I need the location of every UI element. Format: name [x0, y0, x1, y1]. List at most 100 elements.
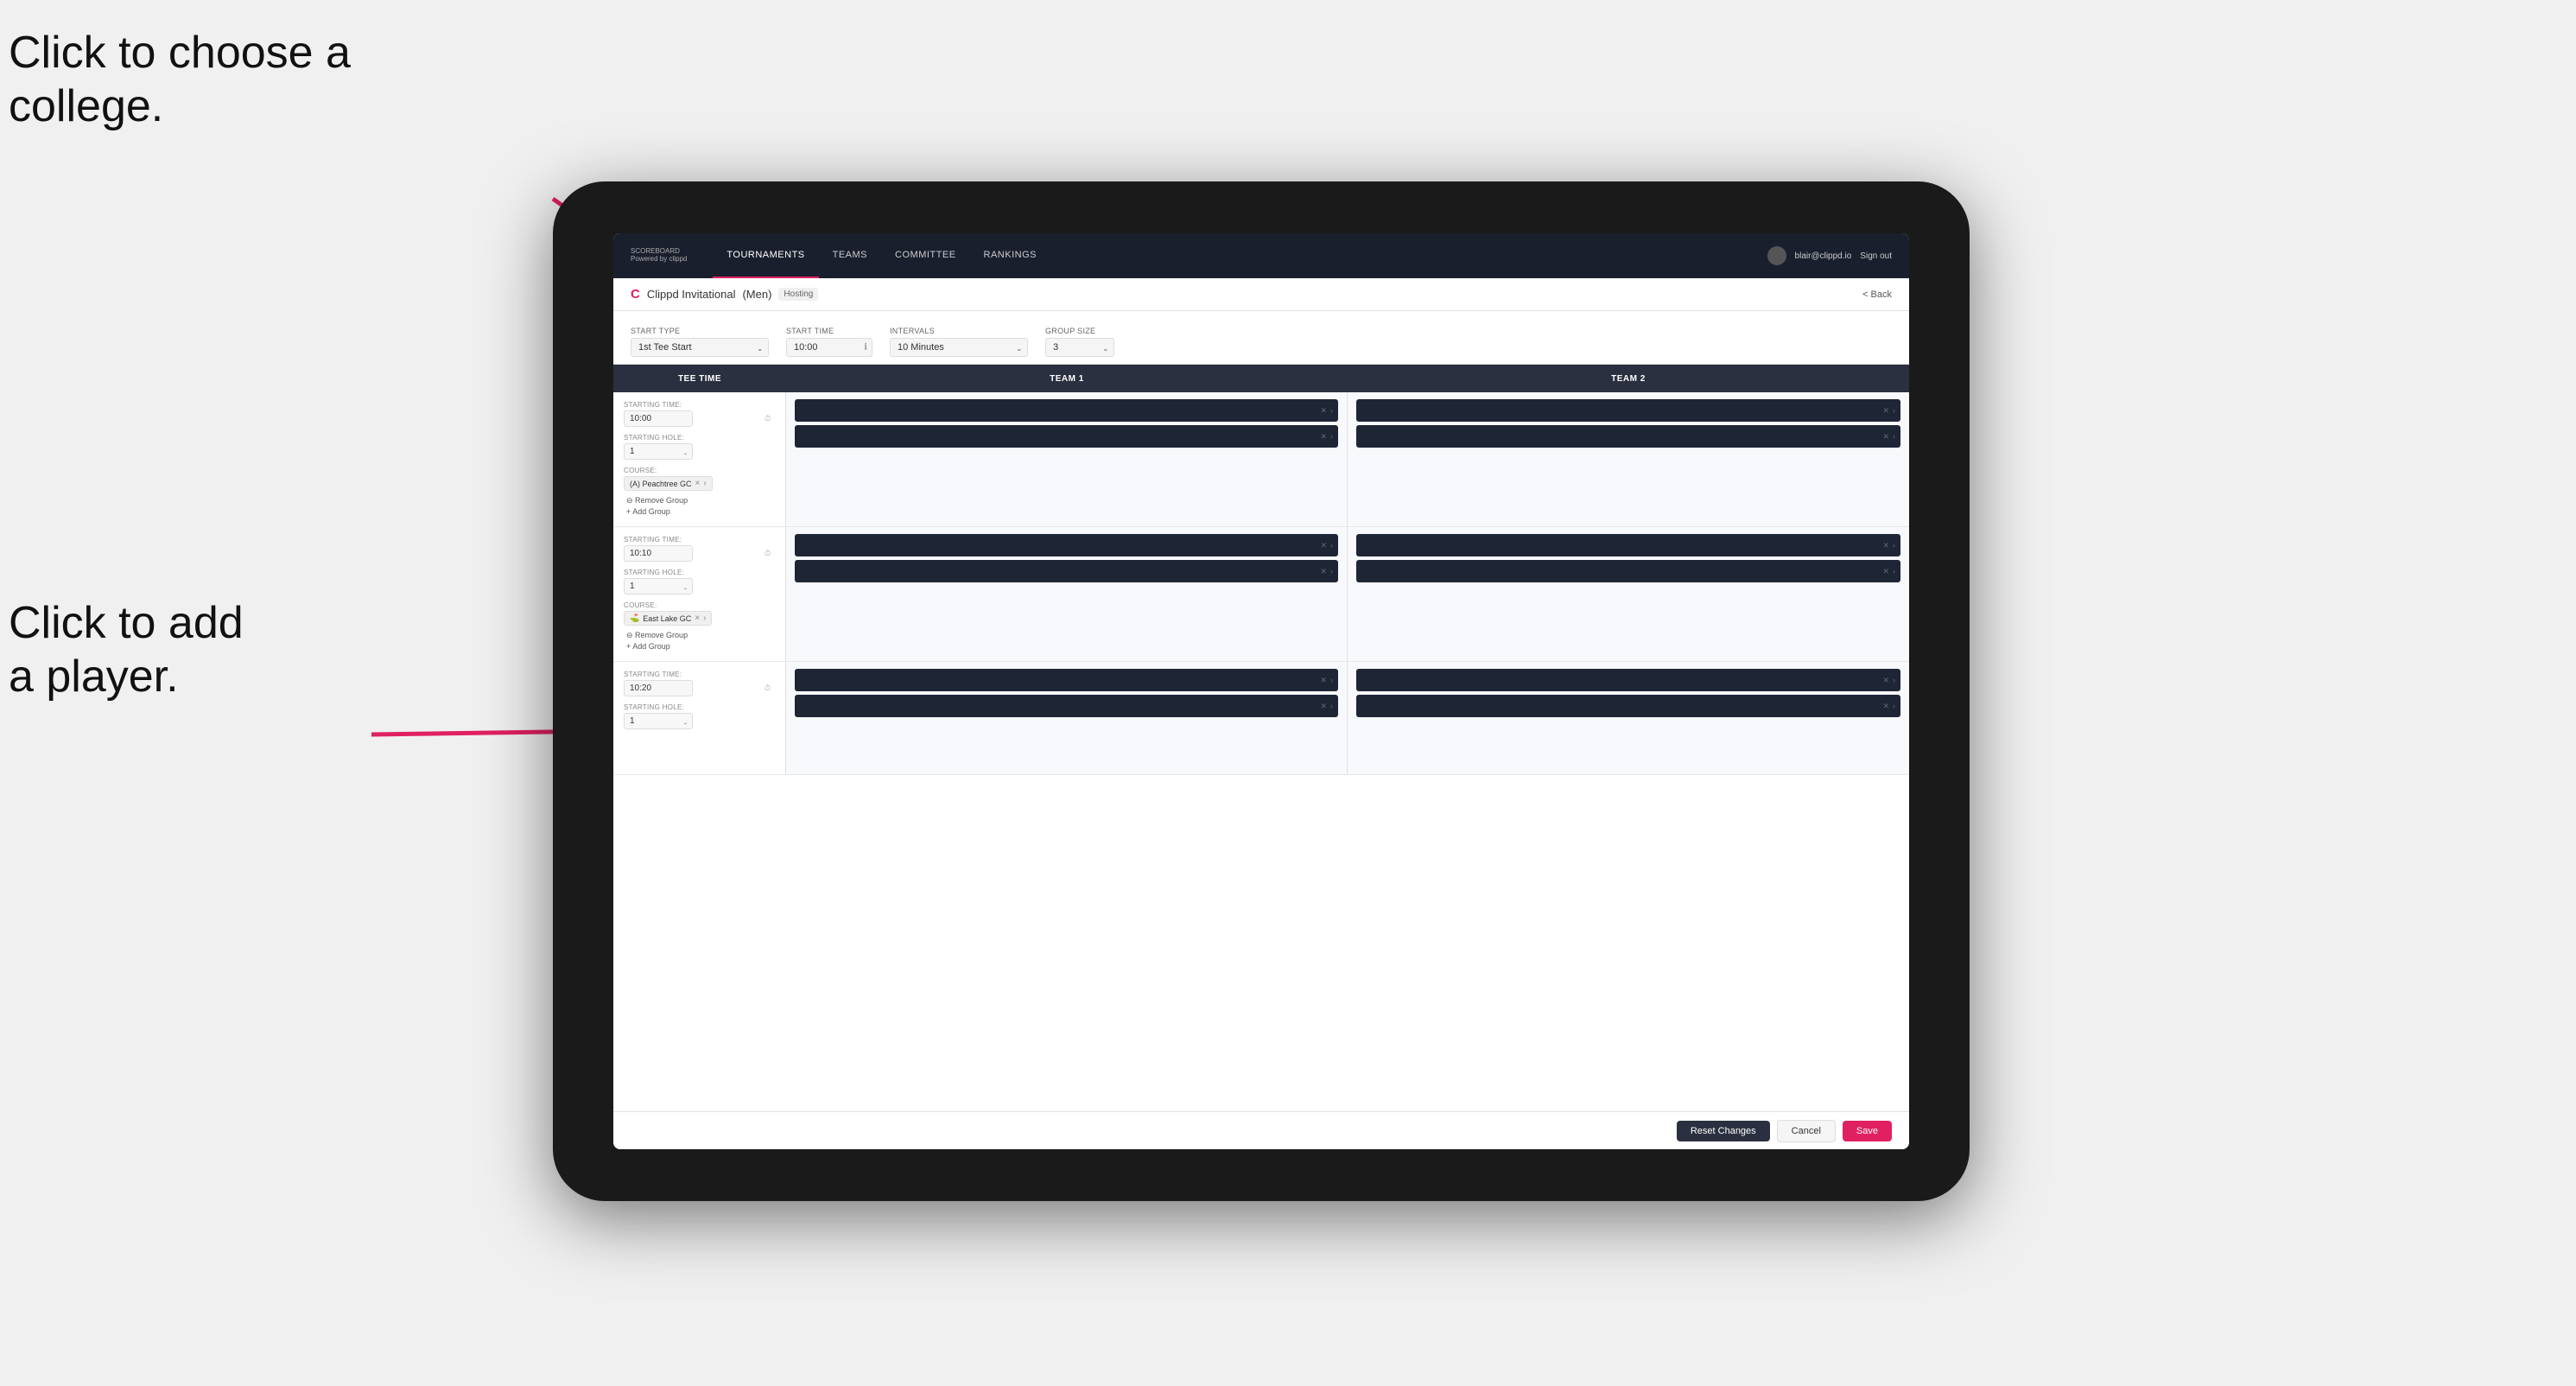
tablet-screen: SCOREBOARD Powered by clippd TOURNAMENTS…	[613, 233, 1909, 1149]
add-group-link-1[interactable]: + Add Group	[624, 507, 775, 516]
tablet-frame: SCOREBOARD Powered by clippd TOURNAMENTS…	[553, 181, 1970, 1201]
slot-x-icon-3-2[interactable]: ✕	[1320, 567, 1327, 576]
slot-chevron-icon-2-1[interactable]: ›	[1893, 406, 1895, 415]
user-email: blair@clippd.io	[1795, 251, 1852, 261]
remove-group-link-1[interactable]: ⊖ Remove Group	[624, 496, 775, 505]
group-size-label: Group Size	[1045, 327, 1114, 335]
intervals-select[interactable]: 10 Minutes	[890, 338, 1028, 357]
group-size-select[interactable]: 3	[1045, 338, 1114, 357]
starting-hole-select-3[interactable]: 1	[624, 713, 693, 729]
nav-tab-committee[interactable]: COMMITTEE	[881, 233, 970, 278]
slot-chevron-icon-4-1[interactable]: ›	[1893, 541, 1895, 550]
slot-chevron-icon-1-2[interactable]: ›	[1330, 432, 1333, 441]
group-size-group: Group Size 3	[1045, 327, 1114, 357]
course-name-2: East Lake GC	[643, 614, 691, 623]
slot-x-icon-5-1[interactable]: ✕	[1320, 676, 1327, 685]
reset-changes-button[interactable]: Reset Changes	[1677, 1121, 1770, 1141]
action-links-1: ⊖ Remove Group + Add Group	[624, 496, 775, 516]
player-slot-2-1[interactable]: ✕ ›	[1356, 399, 1900, 422]
col-team2: Team 2	[1348, 374, 1909, 384]
course-arrow-2[interactable]: ›	[703, 614, 706, 623]
starting-time-input-wrap-3: ⏱	[624, 680, 775, 696]
player-slot-3-2[interactable]: ✕ ›	[795, 560, 1338, 582]
slot-chevron-icon-3-2[interactable]: ›	[1330, 567, 1333, 575]
logo-sub: Powered by clippd	[631, 256, 687, 264]
intervals-select-wrap: 10 Minutes	[890, 338, 1028, 357]
tee-row-1: STARTING TIME: ⏱ STARTING HOLE: 1 COURSE…	[613, 392, 1909, 526]
nav-tab-teams[interactable]: TEAMS	[819, 233, 881, 278]
slot-chevron-icon-4-2[interactable]: ›	[1893, 567, 1895, 575]
group-size-select-wrap: 3	[1045, 338, 1114, 357]
slot-x-icon-4-2[interactable]: ✕	[1882, 567, 1889, 576]
tee-left-1: STARTING TIME: ⏱ STARTING HOLE: 1 COURSE…	[613, 392, 786, 526]
slot-chevron-icon-5-1[interactable]: ›	[1330, 676, 1333, 684]
player-slot-4-1[interactable]: ✕ ›	[1356, 534, 1900, 556]
slot-chevron-icon-6-1[interactable]: ›	[1893, 676, 1895, 684]
player-slot-4-2[interactable]: ✕ ›	[1356, 560, 1900, 582]
tournament-gender: (Men)	[742, 288, 771, 301]
nav-tab-rankings[interactable]: RANKINGS	[970, 233, 1050, 278]
slot-chevron-icon-2-2[interactable]: ›	[1893, 432, 1895, 441]
slot-x-icon-2-2[interactable]: ✕	[1882, 432, 1889, 442]
player-slot-3-1[interactable]: ✕ ›	[795, 534, 1338, 556]
course-tag-wrap-2: ⛳ East Lake GC × ›	[624, 611, 775, 626]
slot-chevron-icon-5-2[interactable]: ›	[1330, 702, 1333, 710]
slot-x-icon-6-1[interactable]: ✕	[1882, 676, 1889, 685]
tee-row-3: STARTING TIME: ⏱ STARTING HOLE: 1	[613, 662, 1909, 774]
app-header: SCOREBOARD Powered by clippd TOURNAMENTS…	[613, 233, 1909, 278]
player-slot-5-1[interactable]: ✕ ›	[795, 669, 1338, 691]
start-time-group: Start Time ℹ	[786, 327, 872, 357]
course-tag-wrap-1: (A) Peachtree GC × ›	[624, 476, 775, 491]
starting-hole-select-2[interactable]: 1	[624, 578, 693, 594]
team1-col-1: ✕ › ✕ ›	[786, 392, 1348, 526]
cancel-button[interactable]: Cancel	[1777, 1120, 1836, 1142]
slot-x-icon-1-2[interactable]: ✕	[1320, 432, 1327, 442]
course-tag-1[interactable]: (A) Peachtree GC × ›	[624, 476, 713, 491]
start-type-select[interactable]: 1st Tee Start	[631, 338, 769, 357]
course-tag-2[interactable]: ⛳ East Lake GC × ›	[624, 611, 712, 626]
player-slot-2-2[interactable]: ✕ ›	[1356, 425, 1900, 448]
player-slot-5-2[interactable]: ✕ ›	[795, 695, 1338, 717]
sign-out-link[interactable]: Sign out	[1860, 251, 1892, 261]
player-slot-1-2[interactable]: ✕ ›	[795, 425, 1338, 448]
save-button[interactable]: Save	[1843, 1121, 1892, 1141]
slot-x-icon-2-1[interactable]: ✕	[1882, 406, 1889, 416]
slot-chevron-icon-1-1[interactable]: ›	[1330, 406, 1333, 415]
slot-chevron-icon-6-2[interactable]: ›	[1893, 702, 1895, 710]
starting-hole-select-1[interactable]: 1	[624, 443, 693, 460]
clock-icon-3: ⏱	[765, 683, 771, 693]
start-time-label: Start Time	[786, 327, 872, 335]
starting-time-input-1[interactable]	[624, 410, 693, 427]
player-slot-6-1[interactable]: ✕ ›	[1356, 669, 1900, 691]
slot-x-icon-3-1[interactable]: ✕	[1320, 541, 1327, 550]
starting-hole-label-2: STARTING HOLE:	[624, 569, 775, 576]
slot-x-icon-4-1[interactable]: ✕	[1882, 541, 1889, 550]
tee-left-2: STARTING TIME: ⏱ STARTING HOLE: 1 COURSE…	[613, 527, 786, 661]
tee-left-3: STARTING TIME: ⏱ STARTING HOLE: 1	[613, 662, 786, 774]
player-slot-6-2[interactable]: ✕ ›	[1356, 695, 1900, 717]
start-time-input-wrap: ℹ	[786, 338, 872, 357]
nav-tab-tournaments[interactable]: TOURNAMENTS	[713, 233, 818, 278]
course-arrow-1[interactable]: ›	[703, 479, 706, 488]
team1-col-3: ✕ › ✕ ›	[786, 662, 1348, 774]
nav-tabs: TOURNAMENTS TEAMS COMMITTEE RANKINGS	[713, 233, 1767, 278]
clock-icon-1: ⏱	[765, 414, 771, 423]
remove-group-link-2[interactable]: ⊖ Remove Group	[624, 631, 775, 640]
add-group-link-2[interactable]: + Add Group	[624, 642, 775, 651]
course-remove-2[interactable]: ×	[695, 614, 700, 623]
slot-x-icon-1-1[interactable]: ✕	[1320, 406, 1327, 416]
start-time-input[interactable]	[786, 338, 872, 357]
starting-time-input-2[interactable]	[624, 545, 693, 562]
starting-time-input-3[interactable]	[624, 680, 693, 696]
back-button[interactable]: < Back	[1862, 289, 1892, 300]
slot-x-icon-6-2[interactable]: ✕	[1882, 702, 1889, 711]
slot-chevron-icon-3-1[interactable]: ›	[1330, 541, 1333, 550]
starting-time-label-1: STARTING TIME:	[624, 401, 775, 409]
slot-x-icon-5-2[interactable]: ✕	[1320, 702, 1327, 711]
clippd-logo: C	[631, 287, 640, 302]
starting-time-input-wrap-2: ⏱	[624, 545, 775, 562]
starting-time-label-2: STARTING TIME:	[624, 536, 775, 544]
course-remove-1[interactable]: ×	[695, 479, 701, 488]
player-slot-1-1[interactable]: ✕ ›	[795, 399, 1338, 422]
starting-time-label-3: STARTING TIME:	[624, 671, 775, 678]
